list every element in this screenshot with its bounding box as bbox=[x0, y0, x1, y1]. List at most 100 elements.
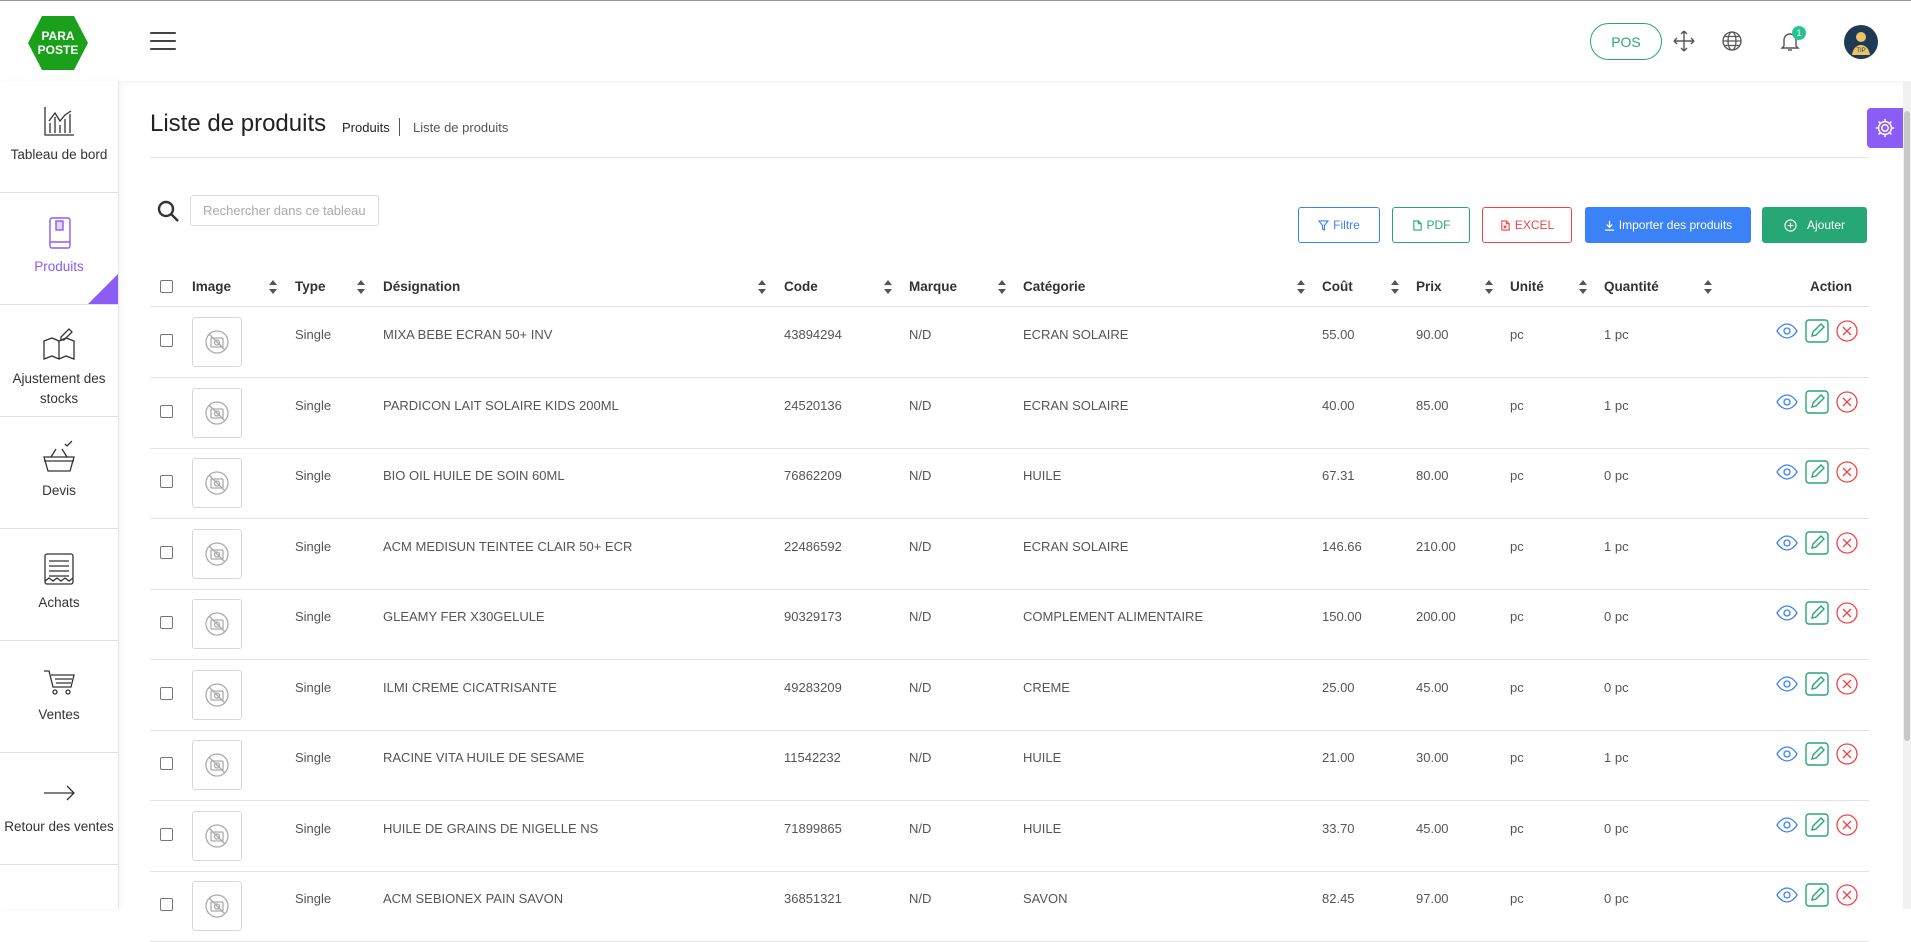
column-header-marque[interactable]: Marque bbox=[909, 279, 957, 294]
column-header-designation[interactable]: Désignation bbox=[383, 279, 460, 294]
sort-icon[interactable] bbox=[1578, 279, 1588, 295]
row-checkbox[interactable] bbox=[160, 616, 173, 629]
column-header-unite[interactable]: Unité bbox=[1510, 279, 1544, 294]
table-row[interactable]: Single MIXA BEBE ECRAN 50+ INV 43894294 N/D… bbox=[150, 307, 1869, 378]
sidebar-item-ventes[interactable]: Ventes bbox=[0, 641, 118, 753]
sidebar-item-devis[interactable]: Devis bbox=[0, 417, 118, 529]
table-row[interactable]: Single PARDICON LAIT SOLAIRE KIDS 200ML 24… bbox=[150, 378, 1869, 449]
row-checkbox[interactable] bbox=[160, 545, 173, 559]
view-icon[interactable] bbox=[1775, 742, 1799, 766]
column-header-prix[interactable]: Prix bbox=[1416, 279, 1442, 294]
table-row[interactable]: Single ILMI CREME CICATRISANTE 49283209 N/D… bbox=[150, 660, 1869, 731]
sidebar-item-produits[interactable]: Produits bbox=[0, 193, 118, 305]
view-icon[interactable] bbox=[1775, 672, 1799, 696]
cell-prix: 45.00 bbox=[1416, 820, 1449, 836]
sort-icon[interactable] bbox=[883, 279, 893, 295]
edit-icon[interactable] bbox=[1805, 601, 1829, 625]
column-header-quantite[interactable]: Quantité bbox=[1604, 279, 1659, 294]
para-poste-logo[interactable]: PARA POSTE bbox=[27, 15, 89, 71]
column-header-type[interactable]: Type bbox=[295, 279, 326, 294]
cell-unite: pc bbox=[1510, 679, 1524, 695]
table-row[interactable]: Single HUILE DE GRAINS DE NIGELLE NS 71899… bbox=[150, 801, 1869, 872]
avatar[interactable]: TIP bbox=[1844, 25, 1878, 59]
table-row[interactable]: Single BIO OIL HUILE DE SOIN 60ML 76862209… bbox=[150, 448, 1869, 519]
sort-icon[interactable] bbox=[1296, 279, 1306, 295]
delete-icon[interactable] bbox=[1835, 319, 1859, 343]
sidebar-item-stock-adjust[interactable]: Ajustement des stocks bbox=[0, 305, 118, 417]
view-icon[interactable] bbox=[1775, 460, 1799, 484]
row-checkbox[interactable] bbox=[160, 404, 173, 418]
row-checkbox[interactable] bbox=[160, 686, 173, 700]
delete-icon[interactable] bbox=[1835, 460, 1859, 484]
sort-icon[interactable] bbox=[997, 279, 1007, 295]
sidebar-item-retour-ventes[interactable]: Retour des ventes bbox=[0, 753, 118, 865]
delete-icon[interactable] bbox=[1835, 531, 1859, 555]
add-product-button[interactable]: Ajouter bbox=[1762, 207, 1867, 243]
edit-icon[interactable] bbox=[1805, 319, 1829, 343]
row-checkbox[interactable] bbox=[160, 334, 173, 347]
cell-cout: 82.45 bbox=[1322, 891, 1355, 906]
delete-icon[interactable] bbox=[1835, 390, 1859, 414]
sort-icon[interactable] bbox=[268, 279, 278, 295]
scrollbar-thumb[interactable] bbox=[1904, 111, 1910, 741]
sidebar-item-label: Ventes bbox=[38, 707, 80, 722]
sort-icon[interactable] bbox=[1703, 279, 1713, 295]
view-icon[interactable] bbox=[1775, 883, 1799, 907]
view-icon[interactable] bbox=[1775, 319, 1799, 343]
view-icon[interactable] bbox=[1775, 531, 1799, 555]
sidebar-item-dashboard[interactable]: Tableau de bord bbox=[0, 81, 118, 193]
fullscreen-icon[interactable] bbox=[1672, 29, 1696, 53]
select-all-checkbox[interactable] bbox=[160, 280, 173, 293]
table-row[interactable]: Single RACINE VITA HUILE DE SESAME 1154223… bbox=[150, 730, 1869, 801]
excel-button[interactable]: EXCEL bbox=[1482, 207, 1572, 243]
table-row[interactable]: Single ACM MEDISUN TEINTEE CLAIR 50+ ECR 2… bbox=[150, 519, 1869, 590]
import-products-button[interactable]: Importer des produits bbox=[1585, 207, 1751, 243]
sort-icon[interactable] bbox=[1484, 279, 1494, 295]
column-header-cout[interactable]: Coût bbox=[1322, 279, 1353, 294]
column-header-categorie[interactable]: Catégorie bbox=[1023, 279, 1085, 294]
delete-icon[interactable] bbox=[1835, 742, 1859, 766]
sort-icon[interactable] bbox=[757, 279, 767, 295]
cell-type: Single bbox=[295, 609, 332, 624]
search-input[interactable] bbox=[190, 195, 379, 226]
column-header-image[interactable]: Image bbox=[192, 279, 231, 294]
edit-icon[interactable] bbox=[1805, 671, 1829, 696]
cell-type: Single bbox=[295, 679, 332, 695]
pos-button[interactable]: POS bbox=[1590, 23, 1662, 60]
breadcrumb-produits[interactable]: Produits bbox=[342, 120, 390, 135]
delete-icon[interactable] bbox=[1835, 601, 1859, 625]
scrollbar[interactable] bbox=[1903, 81, 1911, 909]
table-row[interactable]: Single ACM SEBIONEX PAIN SAVON 36851321 N/D… bbox=[150, 871, 1869, 942]
row-checkbox[interactable] bbox=[160, 827, 173, 841]
logo-line1: PARA bbox=[41, 29, 74, 43]
settings-tab[interactable] bbox=[1867, 108, 1903, 148]
column-header-code[interactable]: Code bbox=[784, 279, 818, 294]
cell-marque: N/D bbox=[909, 327, 932, 342]
sidebar-item-achats[interactable]: Achats bbox=[0, 529, 118, 641]
row-checkbox[interactable] bbox=[160, 757, 173, 770]
row-checkbox[interactable] bbox=[160, 475, 173, 488]
edit-icon[interactable] bbox=[1805, 742, 1829, 766]
row-checkbox[interactable] bbox=[160, 898, 173, 911]
edit-icon[interactable] bbox=[1805, 460, 1829, 484]
filter-button[interactable]: Filtre bbox=[1298, 207, 1380, 243]
edit-icon[interactable] bbox=[1805, 812, 1829, 837]
table-row[interactable]: Single GLEAMY FER X30GELULE 90329173 N/D COM… bbox=[150, 589, 1869, 660]
cell-prix: 200.00 bbox=[1416, 609, 1456, 624]
menu-toggle-icon[interactable] bbox=[150, 32, 176, 52]
sidebar-item-label: Ajustement des stocks bbox=[12, 371, 106, 406]
cell-marque: N/D bbox=[909, 891, 932, 906]
view-icon[interactable] bbox=[1775, 813, 1799, 837]
delete-icon[interactable] bbox=[1835, 813, 1859, 837]
globe-icon[interactable] bbox=[1720, 29, 1744, 53]
delete-icon[interactable] bbox=[1835, 672, 1859, 696]
delete-icon[interactable] bbox=[1835, 883, 1859, 907]
view-icon[interactable] bbox=[1775, 390, 1799, 414]
sort-icon[interactable] bbox=[1390, 279, 1400, 295]
pdf-button[interactable]: PDF bbox=[1392, 207, 1470, 243]
edit-icon[interactable] bbox=[1805, 530, 1829, 555]
sort-icon[interactable] bbox=[356, 279, 366, 295]
edit-icon[interactable] bbox=[1805, 389, 1829, 414]
view-icon[interactable] bbox=[1775, 601, 1799, 625]
edit-icon[interactable] bbox=[1805, 883, 1829, 907]
